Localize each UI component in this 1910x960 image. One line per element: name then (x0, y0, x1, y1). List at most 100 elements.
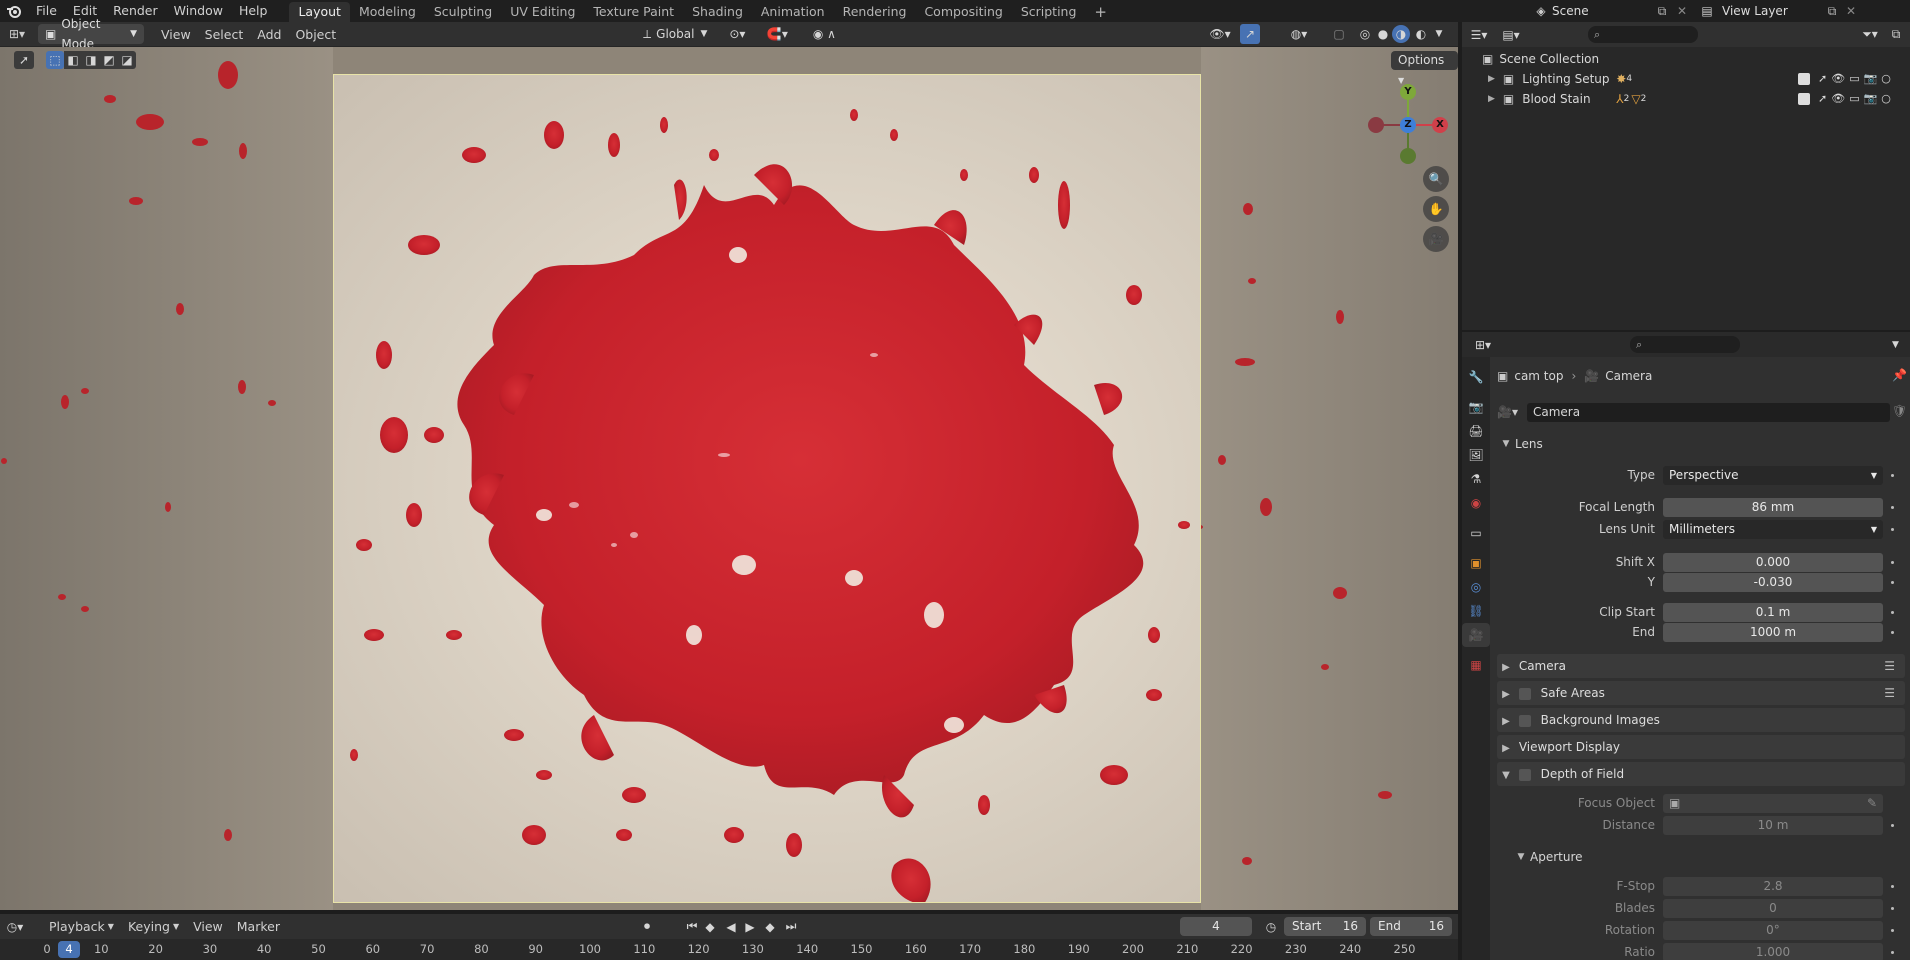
presets-icon[interactable]: ☰ (1884, 681, 1895, 705)
expand-chevron-icon[interactable]: ▶ (1488, 89, 1495, 109)
menu-file[interactable]: File (28, 0, 65, 22)
orientation-select[interactable]: ⟂ Global ▼ (643, 27, 707, 42)
display-mode-icon[interactable]: ▤▾ (1496, 28, 1526, 42)
material-shading-icon[interactable]: ◑ (1392, 25, 1410, 43)
datablock-name[interactable]: Camera (1527, 402, 1890, 422)
select-extend-mode-icon[interactable]: ◧ (64, 51, 82, 69)
tool-tab-icon[interactable]: 🔧 (1462, 365, 1490, 389)
lens-panel-header[interactable]: ▼ Lens (1497, 432, 1905, 456)
tab-rendering[interactable]: Rendering (834, 2, 916, 22)
current-frame-field[interactable]: 4 (1180, 917, 1252, 936)
view-layer-icon[interactable]: ▤ (1692, 4, 1722, 18)
prev-keyframe-icon[interactable]: ◆ (701, 920, 719, 934)
focus-object-field[interactable]: ▣ ✎ (1663, 794, 1883, 813)
aperture-subpanel-header[interactable]: ▼ Aperture (1512, 846, 1583, 868)
selectable-icon[interactable]: ➚ (1818, 89, 1827, 109)
pin-icon[interactable]: 📌 (1892, 368, 1907, 382)
start-frame-field[interactable]: Start 16 (1284, 917, 1366, 936)
background-images-panel-header[interactable]: ▶ Background Images (1497, 708, 1905, 732)
filter-icon[interactable]: ⏷▾ (1858, 27, 1882, 42)
camera-panel-header[interactable]: ▶ Camera ☰ (1497, 654, 1905, 678)
jump-start-icon[interactable]: ⏮ (683, 919, 701, 934)
exclude-checkbox[interactable] (1798, 93, 1810, 105)
render-tab-icon[interactable]: 📷 (1462, 395, 1490, 419)
play-icon[interactable]: ▶ (741, 920, 759, 934)
next-keyframe-icon[interactable]: ◆ (761, 920, 779, 934)
object-tab-icon[interactable]: ▣ (1462, 551, 1490, 575)
menu-view[interactable]: View (186, 919, 230, 934)
fstop-field[interactable]: 2.8 (1663, 877, 1883, 896)
outliner-item-lighting-setup[interactable]: ▶ ▣ Lighting Setup ✸ 4 ➚ 👁 ▭ 📷 ○ (1462, 69, 1910, 89)
camera-view-icon[interactable]: 🎥 (1423, 226, 1449, 252)
scene-name[interactable]: Scene (1552, 4, 1652, 18)
holdout-icon[interactable]: ○ (1881, 89, 1891, 109)
menu-object[interactable]: Object (288, 27, 343, 42)
animate-dot[interactable] (1891, 506, 1894, 509)
viewport-disable-icon[interactable]: ▭ (1849, 89, 1859, 109)
render-camera-icon[interactable]: 📷 (1864, 69, 1878, 89)
tab-scripting[interactable]: Scripting (1012, 2, 1086, 22)
delete-scene-icon[interactable]: ✕ (1672, 4, 1692, 18)
new-collection-icon[interactable]: ⧉ (1886, 27, 1906, 42)
timeline-ruler[interactable]: 4 0 10 20 30 40 50 60 70 80 90 100 110 120 130 140 150 1… (0, 939, 1458, 960)
output-tab-icon[interactable]: 🖨 (1462, 419, 1490, 443)
menu-marker[interactable]: Marker (230, 919, 287, 934)
tab-modeling[interactable]: Modeling (350, 2, 425, 22)
camera-data-tab-icon[interactable]: 🎥 (1462, 623, 1490, 647)
view-layer-tab-icon[interactable]: 🖼 (1462, 443, 1490, 467)
solid-shading-icon[interactable]: ● (1374, 27, 1392, 41)
ratio-field[interactable]: 1.000 (1663, 943, 1883, 960)
menu-playback[interactable]: Playback ▼ (42, 919, 121, 934)
gizmo-toggle-icon[interactable]: ↗ (1240, 24, 1260, 44)
lens-type-select[interactable]: Perspective ▼ (1663, 466, 1883, 485)
focal-length-field[interactable]: 86 mm (1663, 498, 1883, 517)
jump-end-icon[interactable]: ⏭ (782, 919, 800, 934)
overlay-icon[interactable]: ◍▾ (1285, 27, 1313, 41)
breadcrumb-data[interactable]: Camera (1605, 369, 1652, 383)
gizmo-z-axis[interactable]: Z (1400, 117, 1416, 133)
menu-select[interactable]: Select (198, 27, 251, 42)
options-button[interactable]: Options ▼ (1391, 51, 1458, 85)
properties-search-input[interactable]: ⌕ (1630, 336, 1740, 353)
selectable-icon[interactable]: ➚ (1818, 69, 1827, 89)
holdout-icon[interactable]: ○ (1881, 69, 1891, 89)
add-workspace-icon[interactable]: + (1085, 2, 1116, 22)
select-intersect-mode-icon[interactable]: ◪ (118, 51, 136, 69)
expand-chevron-icon[interactable]: ▶ (1488, 69, 1495, 89)
viewport-display-panel-header[interactable]: ▶ Viewport Display (1497, 735, 1905, 759)
tab-compositing[interactable]: Compositing (915, 2, 1011, 22)
tab-layout[interactable]: Layout (289, 1, 350, 22)
safe-areas-checkbox[interactable] (1518, 687, 1531, 700)
physics-tab-icon[interactable]: ◎ (1462, 575, 1490, 599)
blender-logo-icon[interactable] (0, 0, 28, 22)
new-scene-icon[interactable]: ⧉ (1652, 4, 1672, 19)
eye-icon[interactable]: 👁 (1831, 69, 1845, 89)
record-icon[interactable]: ⏺ (638, 919, 656, 934)
view-layer-name[interactable]: View Layer (1722, 4, 1822, 18)
rendered-shading-icon[interactable]: ◐ (1412, 27, 1430, 41)
wireframe-shading-icon[interactable]: ◎ (1356, 27, 1374, 41)
world-tab-icon[interactable]: ◉ (1462, 491, 1490, 515)
shading-options-icon[interactable]: ▼ (1432, 29, 1446, 39)
xray-icon[interactable]: ▢ (1330, 27, 1348, 41)
lens-unit-select[interactable]: Millimeters ▼ (1663, 520, 1883, 539)
snap-icon[interactable]: 🧲▾ (755, 27, 799, 41)
background-images-checkbox[interactable] (1518, 714, 1531, 727)
select-box-mode-icon[interactable]: ⬚ (46, 51, 64, 69)
dof-checkbox[interactable] (1518, 768, 1531, 781)
tab-shading[interactable]: Shading (683, 2, 752, 22)
collection-tab-icon[interactable]: ▭ (1462, 521, 1490, 545)
animate-dot[interactable] (1891, 885, 1894, 888)
outliner-scene-collection[interactable]: ▣ Scene Collection (1462, 49, 1910, 69)
animate-dot[interactable] (1891, 951, 1894, 954)
outliner-search-input[interactable]: ⌕ (1588, 26, 1698, 43)
animate-dot[interactable] (1891, 611, 1894, 614)
pivot-icon[interactable]: ⊙▾ (725, 27, 749, 41)
camera-datablock-selector[interactable]: 🎥▾ Camera (1497, 402, 1890, 422)
navigation-gizmo[interactable]: Y X Z (1368, 84, 1448, 164)
timeline-editor-icon[interactable]: ◷▾ (0, 920, 30, 934)
play-reverse-icon[interactable]: ◀ (722, 920, 740, 934)
menu-keying[interactable]: Keying ▼ (121, 919, 186, 934)
delete-view-layer-icon[interactable]: ✕ (1842, 4, 1860, 18)
camera-data-browse-icon[interactable]: 🎥▾ (1497, 405, 1527, 419)
